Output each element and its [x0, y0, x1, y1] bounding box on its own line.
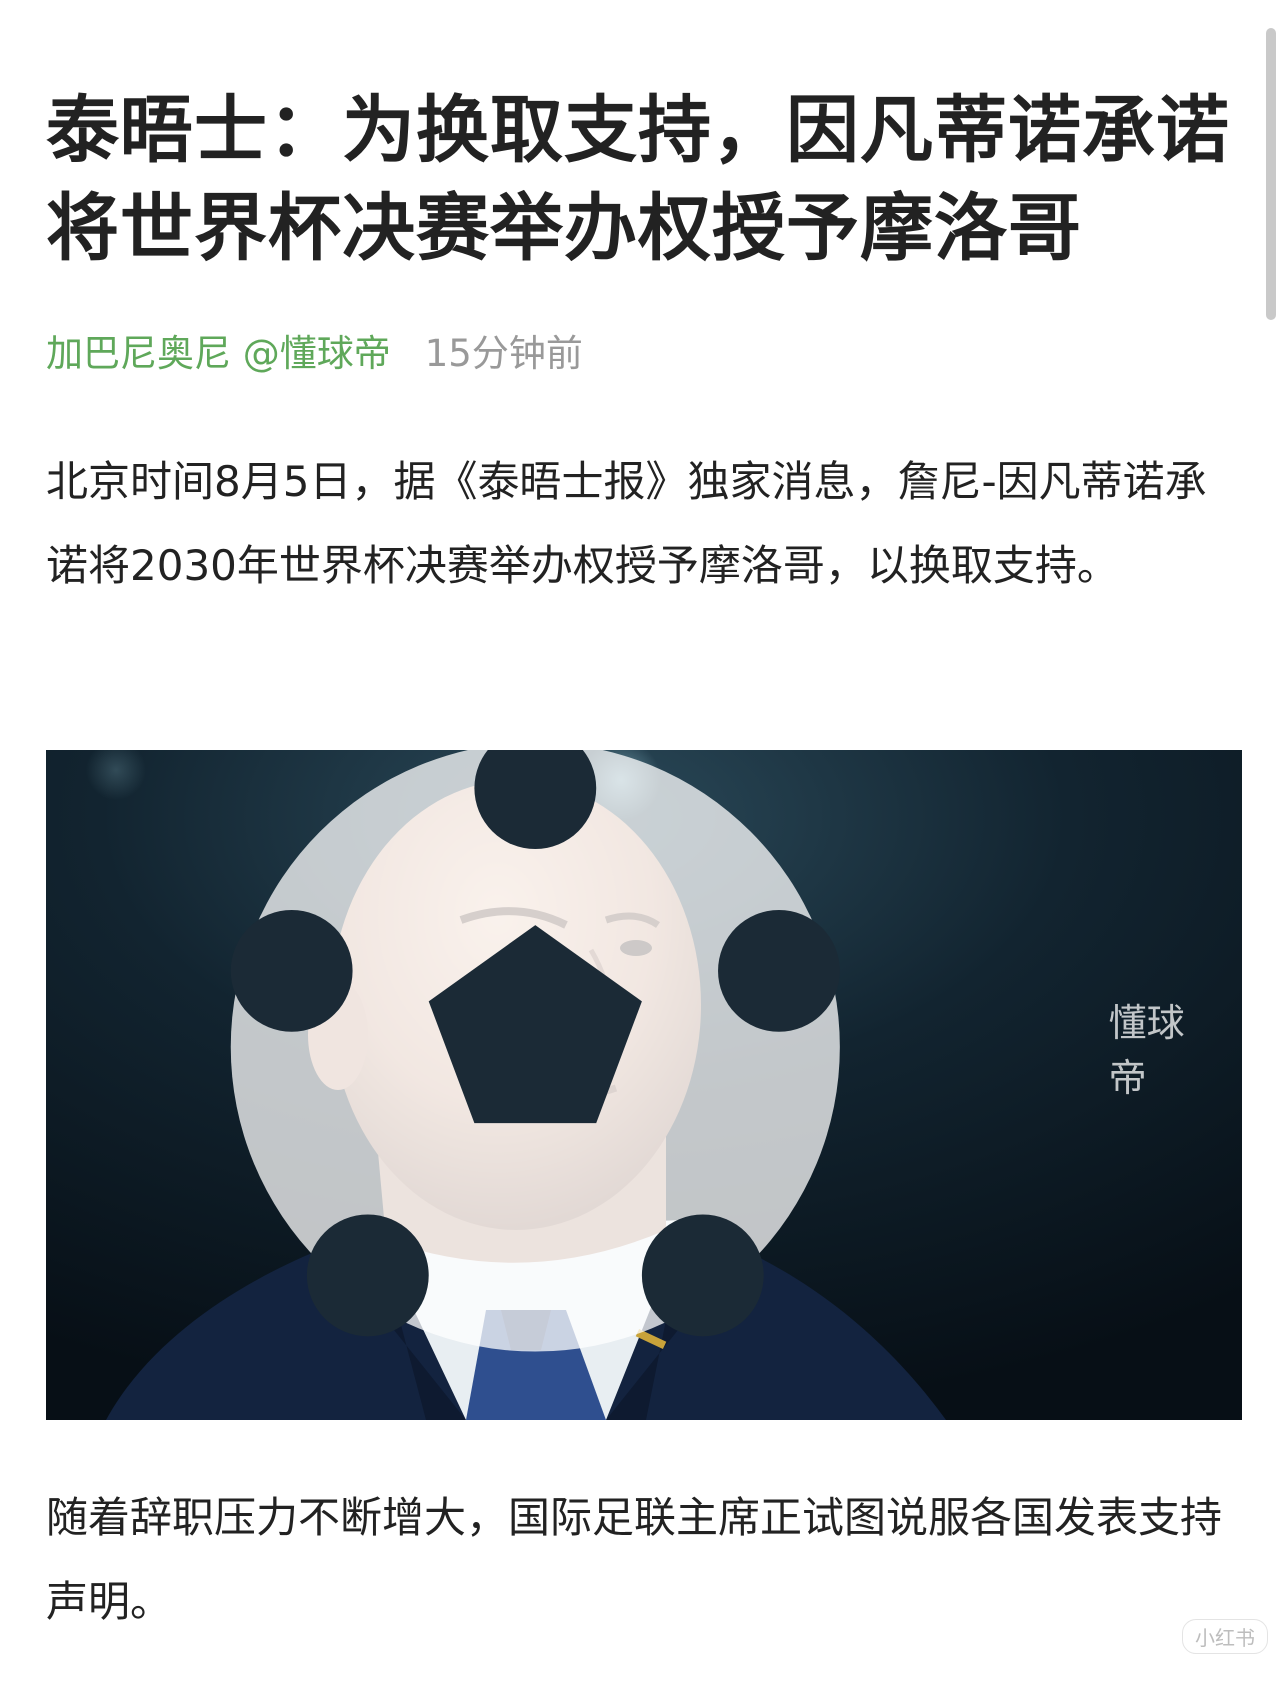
corner-watermark: 小红书 [1182, 1619, 1268, 1654]
author-link[interactable]: 加巴尼奥尼 @懂球帝 [46, 332, 391, 375]
scrollbar[interactable] [1266, 28, 1276, 320]
photo-watermark: 懂球帝 [46, 750, 1216, 1382]
article-photo[interactable]: 懂球帝 [46, 750, 1242, 1420]
article-meta: 加巴尼奥尼 @懂球帝 15分钟前 [46, 324, 583, 384]
article-paragraph: 随着辞职压力不断增大，国际足联主席正试图说服各国发表支持声明。 [46, 1493, 1223, 1626]
watermark-text: 懂球帝 [1108, 1001, 1185, 1100]
soccer-ball-icon [230, 750, 840, 1352]
article-paragraph: 北京时间8月5日，据《泰晤士报》独家消息，詹尼-因凡蒂诺承诺将2030年世界杯决… [46, 457, 1207, 590]
publish-time: 15分钟前 [424, 332, 583, 375]
article-title: 泰晤士：为换取支持，因凡蒂诺承诺将世界杯决赛举办权授予摩洛哥 [46, 88, 1230, 271]
